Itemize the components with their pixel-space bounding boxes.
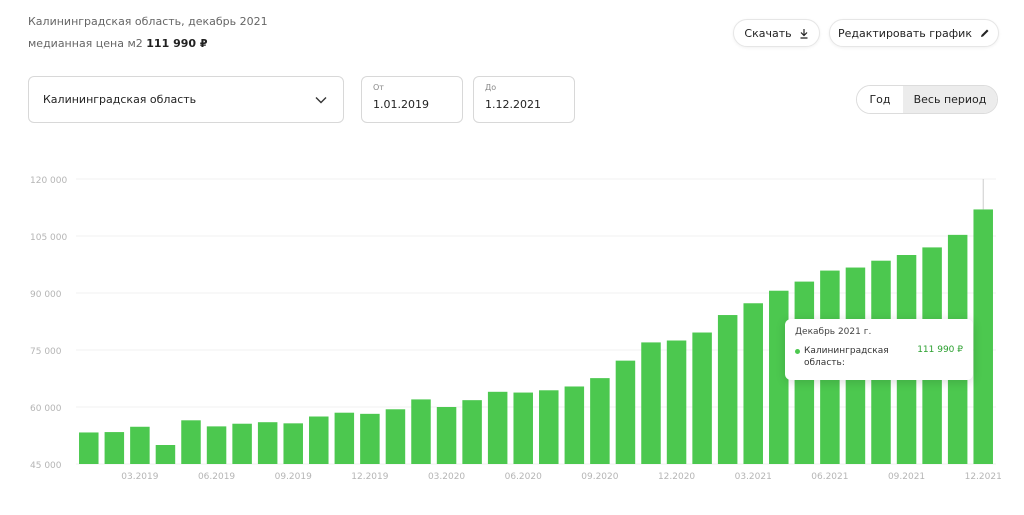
y-tick-label: 90 000 xyxy=(30,290,62,300)
bar-11.2020 xyxy=(641,342,661,464)
price-bar-chart: 45 000 60 000 75 000 90 000 105 000 120 000 03… xyxy=(30,176,1002,482)
bar-03.2019 xyxy=(130,426,150,464)
bar-07.2019 xyxy=(232,423,252,464)
bar-06.2019 xyxy=(206,426,227,464)
x-tick-label: 12.2021 xyxy=(965,472,1002,482)
bar-08.2020 xyxy=(564,386,585,464)
bar-02.2019 xyxy=(104,432,125,464)
bar-06.2020 xyxy=(513,392,533,464)
bar-02.2020 xyxy=(411,399,431,464)
x-tick-label: 06.2021 xyxy=(811,472,848,482)
y-tick-label: 105 000 xyxy=(30,233,67,243)
x-tick-label: 06.2020 xyxy=(505,472,542,482)
bar-09.2019 xyxy=(283,423,303,464)
bar-12.2019 xyxy=(360,413,380,464)
bar-04.2020 xyxy=(462,400,482,464)
x-tick-label: 03.2019 xyxy=(121,472,158,482)
tooltip-value: 111 990 ₽ xyxy=(917,345,963,355)
x-tick-label: 03.2021 xyxy=(735,472,772,482)
y-tick-label: 45 000 xyxy=(30,461,62,471)
tooltip-row: Калининградская область: 111 990 ₽ xyxy=(795,345,963,369)
y-tick-label: 120 000 xyxy=(30,176,67,186)
bar-12.2020 xyxy=(666,340,687,464)
bar-01.2021 xyxy=(692,332,712,464)
x-tick-label: 12.2019 xyxy=(351,472,388,482)
series-dot xyxy=(795,349,800,354)
tooltip-series-name: Калининградская область: xyxy=(804,346,889,368)
bar-09.2020 xyxy=(590,378,610,464)
bar-12.2021 xyxy=(973,209,993,464)
x-tick-label: 12.2020 xyxy=(658,472,695,482)
bar-03.2020 xyxy=(436,407,457,464)
bar-01.2020 xyxy=(385,409,406,464)
bar-02.2021 xyxy=(717,315,738,464)
bar-08.2019 xyxy=(257,422,278,464)
tooltip-title: Декабрь 2021 г. xyxy=(795,327,872,337)
bar-05.2019 xyxy=(181,420,201,464)
x-tick-label: 09.2019 xyxy=(275,472,312,482)
bar-01.2019 xyxy=(79,432,99,464)
y-tick-label: 75 000 xyxy=(30,347,62,357)
bar-03.2021 xyxy=(743,303,763,464)
bar-07.2020 xyxy=(539,390,559,464)
bar-10.2019 xyxy=(309,416,329,464)
bar-05.2020 xyxy=(487,391,508,464)
x-tick-label: 06.2019 xyxy=(198,472,235,482)
chart-tooltip: Декабрь 2021 г. Калининградская область:… xyxy=(785,319,973,380)
bar-11.2019 xyxy=(334,412,355,464)
bar-04.2019 xyxy=(155,445,176,464)
y-tick-label: 60 000 xyxy=(30,404,62,414)
x-tick-label: 03.2020 xyxy=(428,472,465,482)
x-tick-label: 09.2020 xyxy=(581,472,618,482)
x-tick-label: 09.2021 xyxy=(888,472,925,482)
bar-10.2020 xyxy=(615,360,636,464)
